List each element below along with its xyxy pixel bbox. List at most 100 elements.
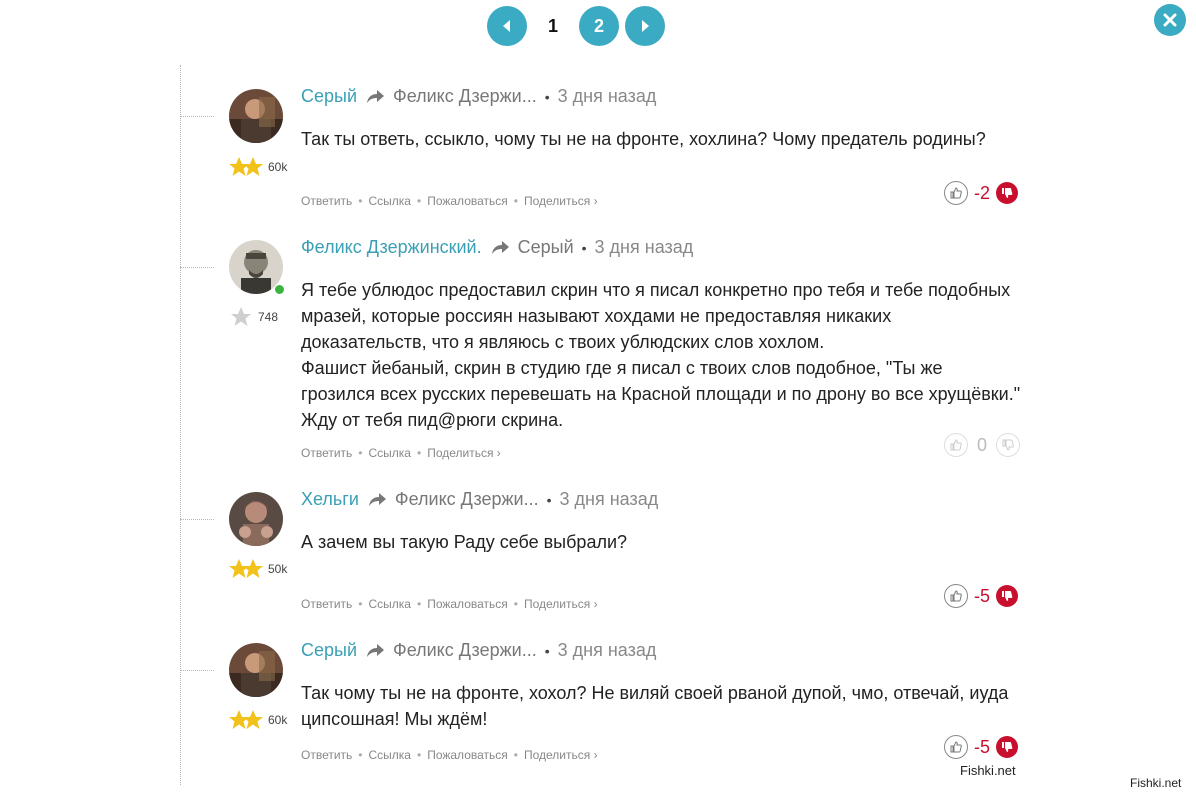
comment-paragraph: Я тебе ублюдос предоставил скрин что я п… [301, 280, 1011, 352]
thumbs-down-icon [1002, 591, 1013, 601]
comment-time[interactable]: 3 дня назад [560, 489, 659, 510]
thumbs-up-icon [950, 741, 962, 753]
reply-target[interactable]: Серый [518, 237, 574, 258]
star-gold-icon [229, 559, 263, 578]
avatar[interactable] [229, 89, 283, 143]
star-gold-icon [229, 710, 263, 729]
rating-value: 60k [268, 160, 288, 174]
comment-text: А зачем вы такую Раду себе выбрали? [301, 529, 1021, 555]
comment-actions: Ответить • Ссылка • Пожаловаться • Подел… [301, 597, 598, 611]
user-rating: 60k [228, 156, 287, 178]
separator-dot: • [546, 491, 552, 508]
thread-connector [180, 267, 214, 268]
chevron-right-icon [642, 20, 649, 32]
rating-value: 60k [268, 713, 288, 727]
comment-time[interactable]: 3 дня назад [595, 237, 694, 258]
upvote-button[interactable] [944, 735, 968, 759]
comment-text: Так чому ты не на фронте, хохол? Не виля… [301, 680, 1021, 732]
user-rating: 748 [228, 306, 278, 328]
comment-time[interactable]: 3 дня назад [558, 86, 657, 107]
watermark: Fishki.net [960, 763, 1016, 778]
separator-dot: • [544, 642, 550, 659]
author-name[interactable]: Феликс Дзержинский. [301, 237, 482, 258]
page-1-current: 1 [547, 15, 558, 36]
thread-line [180, 65, 181, 785]
comment-header: Серый Феликс Дзержи... • 3 дня назад [301, 640, 656, 661]
reply-link[interactable]: Ответить [301, 446, 352, 460]
user-avatar-image [229, 492, 283, 546]
comment-text: Так ты ответь, ссыкло, чому ты не на фро… [301, 126, 1021, 152]
vote-widget: -5 [944, 584, 1018, 608]
thumbs-down-icon [1002, 439, 1014, 451]
close-button[interactable] [1154, 4, 1186, 36]
vote-widget: -5 [944, 735, 1018, 759]
downvote-button[interactable] [996, 585, 1018, 607]
upvote-button[interactable] [944, 433, 968, 457]
author-name[interactable]: Серый [301, 86, 357, 107]
vote-widget: -2 [944, 181, 1018, 205]
vote-count: -2 [973, 182, 990, 203]
comment-text: Я тебе ублюдос предоставил скрин что я п… [301, 277, 1021, 433]
star-grey-icon [231, 307, 251, 326]
reply-arrow-icon [367, 492, 387, 508]
reply-target[interactable]: Феликс Дзержи... [393, 640, 537, 661]
comment-paragraph: Жду от тебя пид@рюги скрина. [301, 410, 564, 430]
permalink-link[interactable]: Ссылка [369, 194, 411, 208]
share-link[interactable]: Поделиться › [524, 748, 598, 762]
thumbs-up-icon [950, 187, 962, 199]
permalink-link[interactable]: Ссылка [369, 597, 411, 611]
thread-connector [180, 116, 214, 117]
vote-count: -5 [973, 585, 990, 606]
star-gold-icon [229, 157, 263, 176]
separator-dot: • [544, 88, 550, 105]
page-2-link[interactable]: 2 [579, 6, 619, 46]
permalink-link[interactable]: Ссылка [369, 748, 411, 762]
report-link[interactable]: Пожаловаться [427, 597, 508, 611]
comment-header: Серый Феликс Дзержи... • 3 дня назад [301, 86, 656, 107]
thumbs-up-icon [950, 439, 962, 451]
share-link[interactable]: Поделиться › [524, 597, 598, 611]
comment-actions: Ответить • Ссылка • Пожаловаться • Подел… [301, 194, 598, 208]
avatar[interactable] [229, 492, 283, 546]
reply-link[interactable]: Ответить [301, 597, 352, 611]
vote-count: -5 [973, 736, 990, 757]
downvote-button[interactable] [996, 736, 1018, 758]
thumbs-up-icon [950, 590, 962, 602]
reply-link[interactable]: Ответить [301, 748, 352, 762]
reply-arrow-icon [365, 89, 385, 105]
prev-page-button[interactable] [487, 6, 527, 46]
thumbs-down-icon [1002, 188, 1013, 198]
author-name[interactable]: Серый [301, 640, 357, 661]
reply-arrow-icon [490, 240, 510, 256]
avatar[interactable] [229, 643, 283, 697]
reply-arrow-icon [365, 643, 385, 659]
vote-count: 0 [976, 434, 987, 455]
reply-link[interactable]: Ответить [301, 194, 352, 208]
share-link[interactable]: Поделиться › [427, 446, 501, 460]
user-avatar-image [229, 643, 283, 697]
chevron-left-icon [503, 20, 510, 32]
comment-time[interactable]: 3 дня назад [558, 640, 657, 661]
downvote-button[interactable] [996, 433, 1020, 457]
next-page-button[interactable] [625, 6, 665, 46]
upvote-button[interactable] [944, 181, 968, 205]
reply-target[interactable]: Феликс Дзержи... [395, 489, 539, 510]
watermark-corner: Fishki.net [1130, 776, 1182, 790]
report-link[interactable]: Пожаловаться [427, 748, 508, 762]
author-name[interactable]: Хельги [301, 489, 359, 510]
online-status-indicator [274, 284, 285, 295]
comment-paragraph: Так ты ответь, ссыкло, чому ты не на фро… [301, 129, 986, 149]
upvote-button[interactable] [944, 584, 968, 608]
comment-header: Хельги Феликс Дзержи... • 3 дня назад [301, 489, 658, 510]
report-link[interactable]: Пожаловаться [427, 194, 508, 208]
downvote-button[interactable] [996, 182, 1018, 204]
user-avatar-image [229, 89, 283, 143]
user-rating: 60k [228, 709, 287, 731]
reply-target[interactable]: Феликс Дзержи... [393, 86, 537, 107]
comment-actions: Ответить • Ссылка • Пожаловаться • Подел… [301, 748, 598, 762]
vote-widget: 0 [944, 433, 1020, 457]
permalink-link[interactable]: Ссылка [369, 446, 411, 460]
share-link[interactable]: Поделиться › [524, 194, 598, 208]
thumbs-down-icon [1002, 742, 1013, 752]
comment-actions: Ответить • Ссылка • Поделиться › [301, 446, 501, 460]
